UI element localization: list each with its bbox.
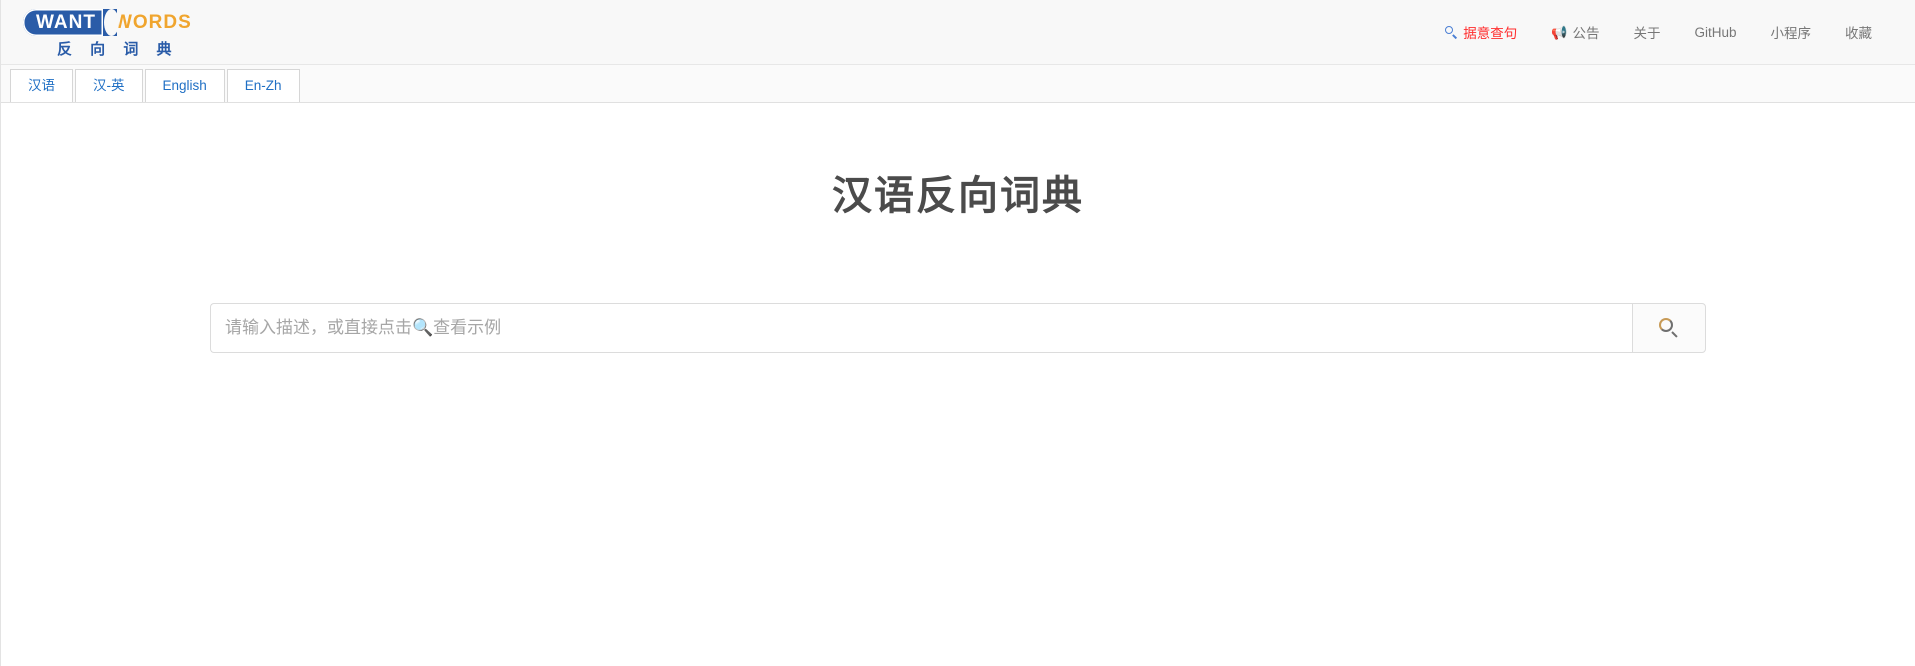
brand-subtitle: 反 向 词 典 [57,41,179,58]
tab-english-chinese[interactable]: En-Zh [226,69,300,102]
tab-label: English [162,78,207,93]
logo-wordmark: WANT WORDS [23,9,192,36]
nav-item-about[interactable]: 关于 [1616,16,1677,48]
nav-item-miniprogram[interactable]: 小程序 [1754,16,1829,48]
nav-item-favorites[interactable]: 收藏 [1828,16,1889,48]
nav-item-label: 关于 [1633,26,1661,41]
logo-notch-shape [101,9,119,36]
nav-item-announcements[interactable]: 📢 公告 [1534,16,1616,48]
megaphone-icon: 📢 [1551,24,1568,40]
nav-item-label: GitHub [1694,24,1737,40]
nav-item-label: 据意查句 [1463,26,1518,41]
page-title: 汉语反向词典 [832,174,1084,218]
search-icon [1659,318,1679,338]
tab-chinese[interactable]: 汉语 [10,69,73,102]
tab-chinese-english[interactable]: 汉-英 [75,69,143,102]
language-tabstrip: 汉语 汉-英 English En-Zh [1,65,1915,103]
search-bar [210,303,1706,353]
nav-item-sentence-search[interactable]: 据意查句 [1428,16,1534,48]
main-content: 汉语反向词典 [1,103,1915,353]
tab-label: En-Zh [244,78,282,93]
nav-item-label: 收藏 [1845,26,1872,41]
top-navbar: WANT WORDS 反 向 词 典 据意查句 📢 公告 关于 GitHub 小… [1,0,1915,65]
nav-links: 据意查句 📢 公告 关于 GitHub 小程序 收藏 [1428,16,1889,48]
search-input[interactable] [210,303,1632,353]
search-button[interactable] [1632,303,1706,353]
logo-text-words: WORDS [113,12,192,33]
nav-item-github[interactable]: GitHub [1677,19,1753,46]
logo-badge-want: WANT [23,9,103,36]
brand-logo[interactable]: WANT WORDS 反 向 词 典 [23,7,192,57]
nav-item-label: 公告 [1572,26,1600,41]
nav-item-label: 小程序 [1770,26,1812,41]
search-icon [1445,25,1458,39]
tab-english[interactable]: English [144,69,225,102]
tab-label: 汉-英 [93,78,125,93]
tab-label: 汉语 [28,78,55,93]
